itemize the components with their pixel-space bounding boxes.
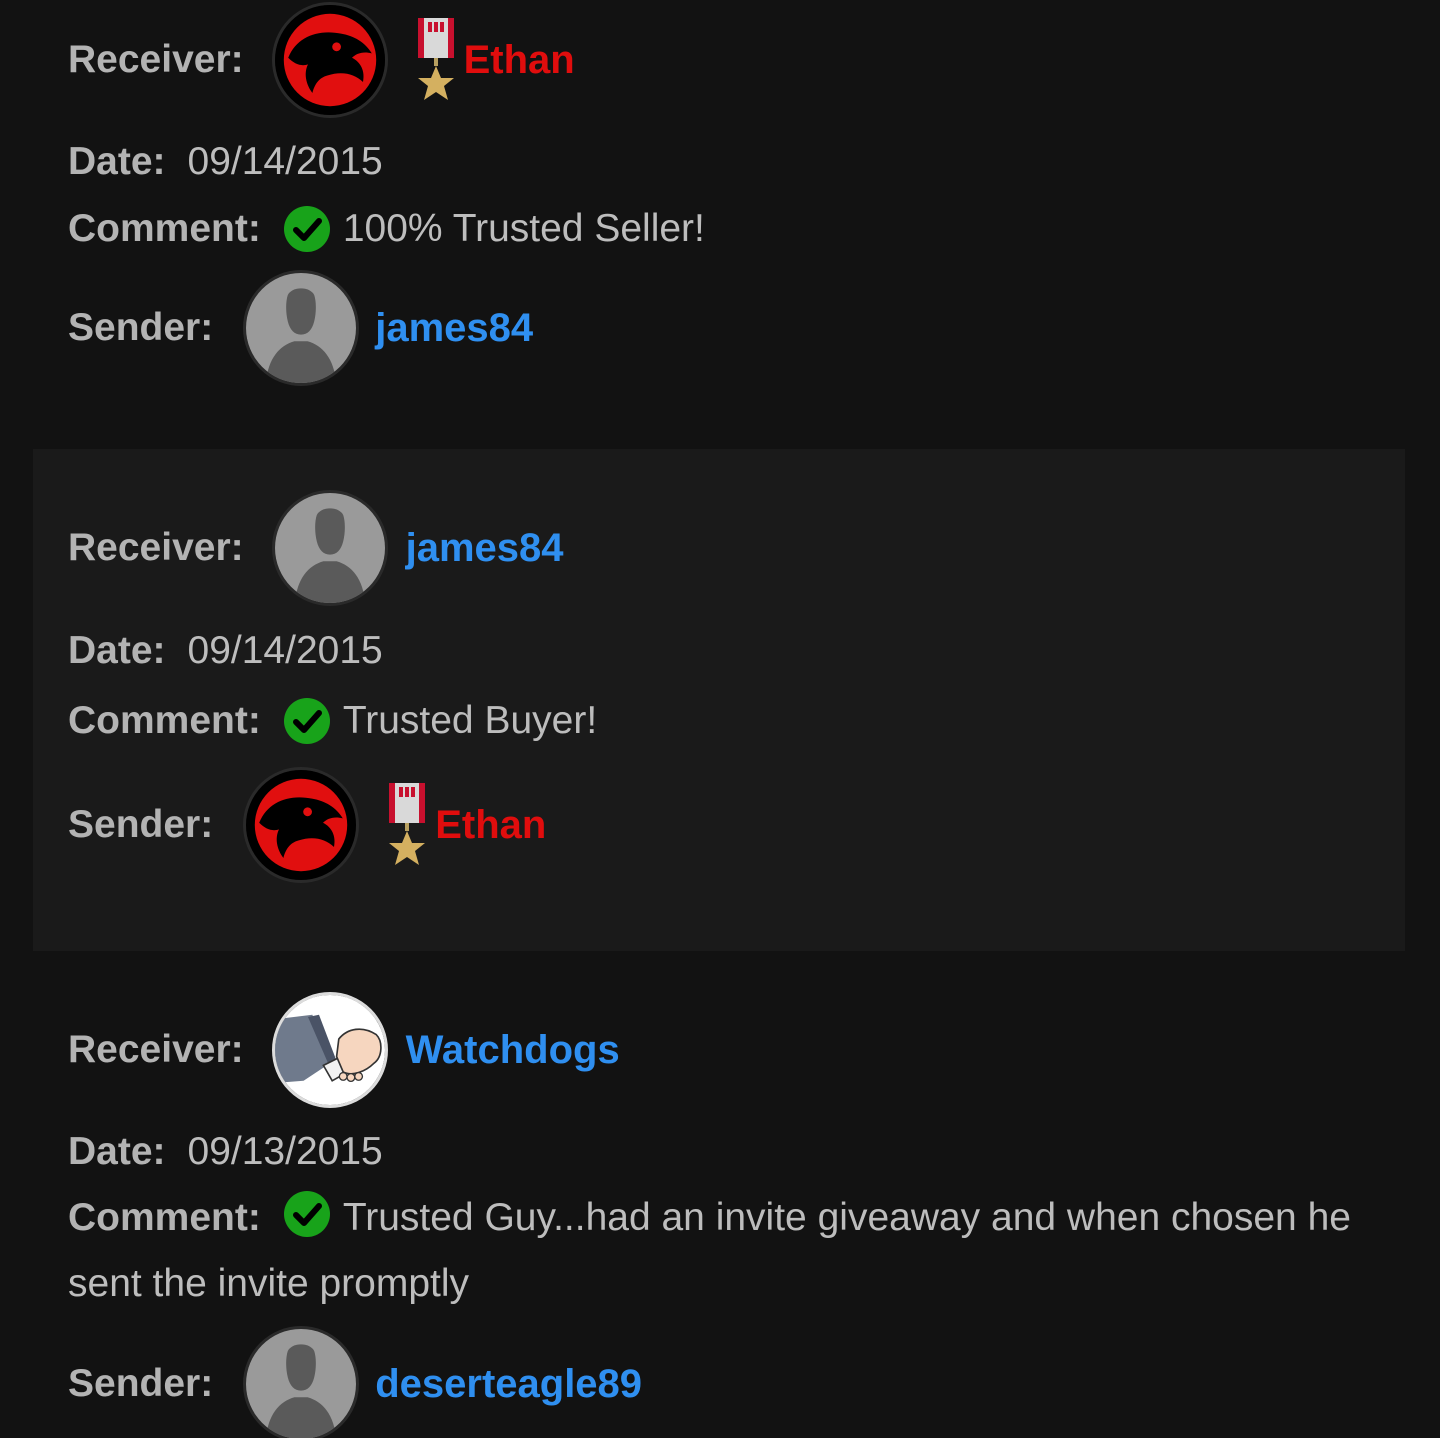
sender-row: Sender: deserteagle89 — [68, 1326, 642, 1438]
date-row: Date: 09/13/2015 — [68, 1124, 383, 1180]
check-circle-icon — [283, 698, 330, 744]
comment-text: Trusted Buyer! — [342, 699, 598, 742]
receiver-row: Receiver: james84 — [68, 490, 564, 606]
receiver-username[interactable]: james84 — [406, 526, 564, 571]
comment-row: Comment: Trusted Buyer! — [68, 692, 597, 750]
date-label: Date: — [68, 1130, 166, 1173]
comment-label: Comment: — [68, 1196, 261, 1239]
handshake-icon — [274, 995, 385, 1105]
handshake-avatar[interactable] — [271, 992, 388, 1108]
receiver-username[interactable]: Watchdogs — [406, 1028, 620, 1073]
medal-icon — [417, 18, 454, 100]
person-silhouette-icon — [246, 273, 357, 383]
sender-row: Sender: Ethan — [68, 767, 546, 883]
receiver-username[interactable]: Ethan — [464, 38, 575, 83]
comment-row: Comment: Trusted Guy...had an invite giv… — [68, 1185, 1388, 1317]
receiver-row: Receiver: Watchdogs — [68, 992, 620, 1108]
date-row: Date: 09/14/2015 — [68, 134, 383, 190]
person-silhouette-icon — [274, 493, 385, 603]
sender-label: Sender: — [68, 306, 214, 349]
receiver-label: Receiver: — [68, 526, 244, 569]
sender-label: Sender: — [68, 1362, 214, 1405]
sender-username[interactable]: Ethan — [435, 803, 546, 848]
receiver-row: Receiver: Ethan — [68, 2, 575, 118]
panther-avatar[interactable] — [243, 767, 360, 883]
person-silhouette-icon — [246, 1329, 357, 1438]
feedback-entry: Receiver: Ethan Date: 09/14/2015 Comment… — [0, 0, 1440, 440]
receiver-label: Receiver: — [68, 38, 244, 81]
date-value: 09/14/2015 — [187, 629, 383, 672]
check-circle-icon — [283, 1191, 330, 1237]
date-label: Date: — [68, 629, 166, 672]
default-avatar[interactable] — [243, 1326, 360, 1438]
feedback-list: Receiver: Ethan Date: 09/14/2015 Comment… — [0, 0, 1440, 1438]
comment-row: Comment: 100% Trusted Seller! — [68, 200, 705, 258]
sender-row: Sender: james84 — [68, 270, 533, 386]
default-avatar[interactable] — [243, 270, 360, 386]
date-label: Date: — [68, 140, 166, 183]
panther-avatar[interactable] — [271, 2, 388, 118]
medal-icon — [389, 783, 426, 865]
default-avatar[interactable] — [271, 490, 388, 606]
sender-label: Sender: — [68, 803, 214, 846]
date-value: 09/14/2015 — [187, 140, 383, 183]
receiver-label: Receiver: — [68, 1028, 244, 1071]
feedback-entry: Receiver: Watchdogs Date: 09/13/2015 Com… — [0, 960, 1440, 1438]
date-row: Date: 09/14/2015 — [68, 623, 383, 679]
comment-text: 100% Trusted Seller! — [342, 207, 705, 250]
comment-label: Comment: — [68, 207, 261, 250]
date-value: 09/13/2015 — [187, 1130, 383, 1173]
comment-label: Comment: — [68, 699, 261, 742]
panther-logo-icon — [246, 770, 357, 880]
sender-username[interactable]: deserteagle89 — [375, 1362, 642, 1407]
feedback-entry: Receiver: james84 Date: 09/14/2015 Comme… — [33, 449, 1405, 951]
panther-logo-icon — [274, 5, 385, 115]
check-circle-icon — [283, 206, 330, 252]
sender-username[interactable]: james84 — [375, 306, 533, 351]
